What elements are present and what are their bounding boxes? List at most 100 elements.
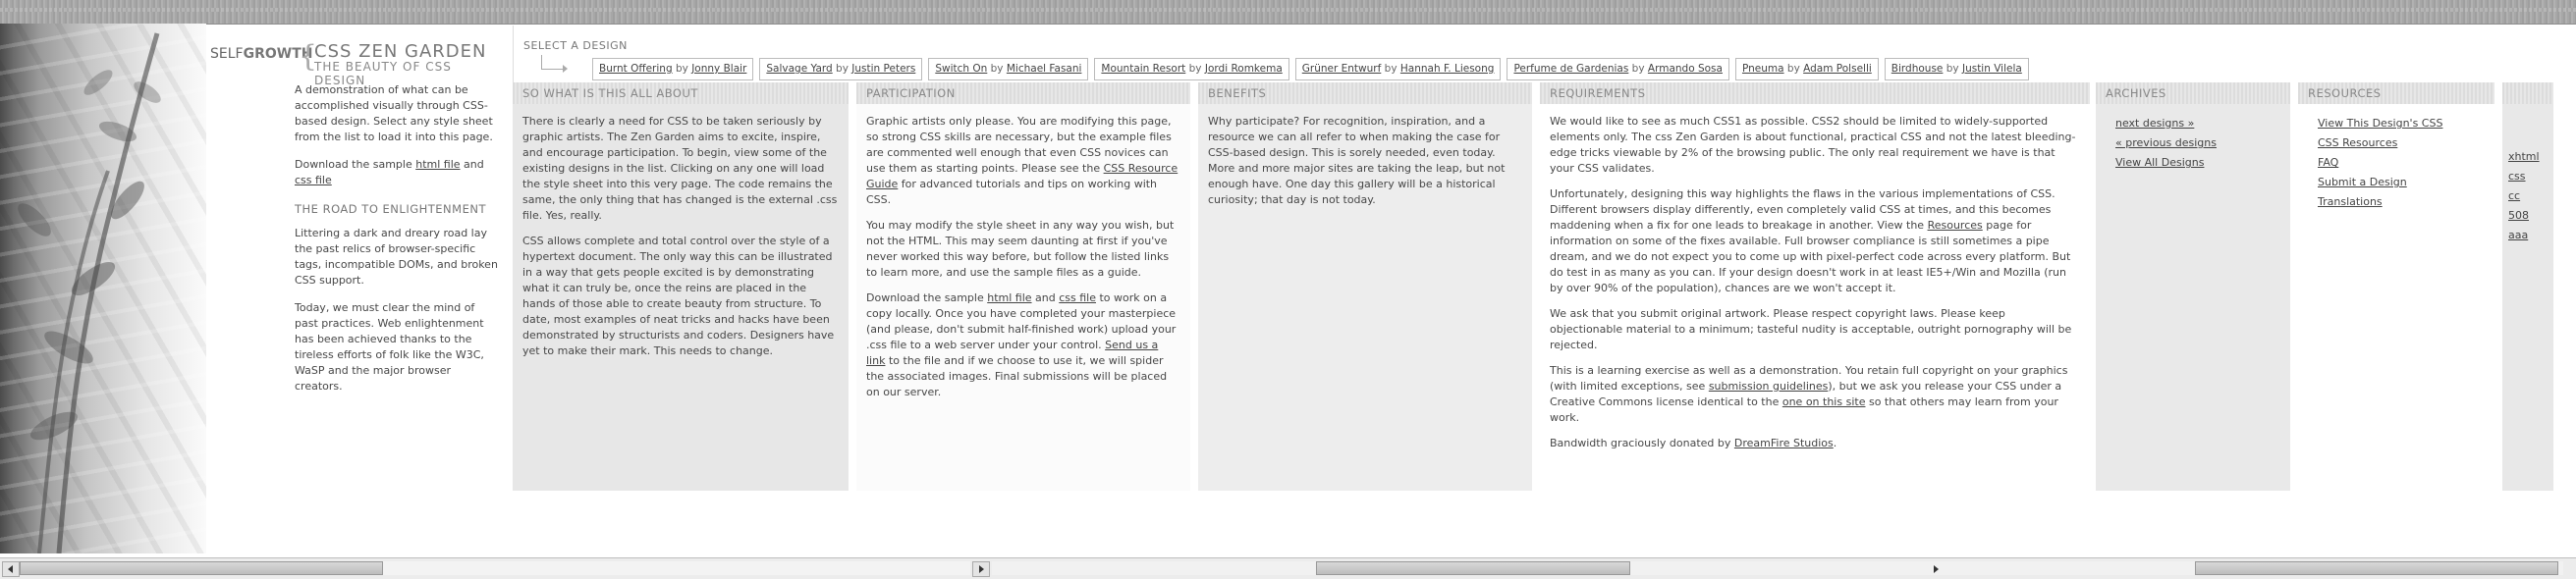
resources-column: RESOURCES View This Design's CSS CSS Res…	[2298, 82, 2494, 491]
scroll-left-arrow-icon[interactable]	[2, 561, 20, 577]
explanation-paragraph: There is clearly a need for CSS to be ta…	[522, 115, 838, 222]
design-link[interactable]: Salvage Yard	[766, 63, 832, 75]
cc-link[interactable]: cc	[2508, 189, 2520, 202]
faq-link[interactable]: FAQ	[2318, 156, 2338, 169]
dreamfire-link[interactable]: DreamFire Studios	[1734, 437, 1834, 449]
resources-link[interactable]: Resources	[1928, 219, 1983, 232]
design-link[interactable]: Switch On	[935, 63, 987, 75]
top-texture-bar	[0, 0, 2576, 25]
scrollbar-thumb[interactable]	[1316, 561, 1630, 575]
list-item: xhtml	[2508, 147, 2553, 167]
intro-summary: A demonstration of what can be accomplis…	[295, 83, 493, 143]
html-file-link[interactable]: html file	[415, 158, 460, 171]
design-link[interactable]: Mountain Resort	[1101, 63, 1185, 75]
section508-link[interactable]: 508	[2508, 209, 2529, 222]
scrollbar-track[interactable]	[992, 561, 2563, 575]
resources-list: View This Design's CSS CSS Resources FAQ…	[2318, 114, 2494, 212]
brand-name: SELFGROWTH	[210, 46, 313, 62]
designer-link[interactable]: Jonny Blair	[691, 63, 746, 75]
list-item: View This Design's CSS	[2318, 114, 2494, 133]
list-item: Submit a Design	[2318, 173, 2494, 192]
design-selector: SELECT A DESIGN Burnt Offering by Jonny …	[513, 26, 2576, 82]
design-item: Grüner Entwurf by Hannah F. Liesong	[1294, 58, 1502, 80]
designer-link[interactable]: Hannah F. Liesong	[1400, 63, 1495, 75]
design-link[interactable]: Perfume de Gardenias	[1513, 63, 1628, 75]
list-item: View All Designs	[2115, 153, 2290, 173]
road-paragraph-2: Today, we must clear the mind of past pr…	[295, 301, 484, 393]
design-link[interactable]: Burnt Offering	[599, 63, 673, 75]
css-file-link[interactable]: css file	[1059, 291, 1096, 304]
decorative-plant-photo	[0, 24, 206, 553]
participation-paragraph: Graphic artists only please. You are mod…	[866, 115, 1178, 206]
list-item: aaa	[2508, 226, 2553, 245]
css-file-link[interactable]: css file	[295, 174, 332, 186]
list-item: Translations	[2318, 192, 2494, 212]
design-link[interactable]: Grüner Entwurf	[1302, 63, 1382, 75]
design-item: Mountain Resort by Jordi Romkema	[1094, 58, 1289, 80]
next-designs-link[interactable]: next designs »	[2115, 117, 2194, 130]
designer-link[interactable]: Justin Vilela	[1962, 63, 2022, 75]
requirements-paragraph: We ask that you submit original artwork.…	[1550, 307, 2072, 351]
page-title: CSS ZEN GARDEN	[314, 41, 487, 62]
design-link[interactable]: Pneuma	[1742, 63, 1784, 75]
submission-guidelines-link[interactable]: submission guidelines	[1709, 380, 1829, 393]
participation-paragraph: Download the sample html file and css fi…	[866, 291, 1177, 398]
list-item: cc	[2508, 186, 2553, 206]
designer-link[interactable]: Michael Fasani	[1007, 63, 1082, 75]
select-arrow-icon	[541, 55, 568, 73]
scrollbar-thumb[interactable]	[20, 561, 383, 575]
submit-design-link[interactable]: Submit a Design	[2318, 176, 2407, 188]
design-item: Perfume de Gardenias by Armando Sosa	[1507, 58, 1729, 80]
scrollbar-thumb[interactable]	[2195, 561, 2558, 575]
designer-link[interactable]: Justin Peters	[851, 63, 915, 75]
designer-link[interactable]: Jordi Romkema	[1205, 63, 1283, 75]
scroll-right-arrow-icon[interactable]	[972, 561, 990, 577]
horizontal-scrollbar[interactable]	[0, 557, 2576, 579]
site-logo: SELFGROWTH { CSS ZEN GARDEN THE BEAUTY O…	[210, 35, 505, 87]
bandwidth-credit: Bandwidth graciously donated by DreamFir…	[1550, 437, 1837, 449]
participation-paragraph: You may modify the style sheet in any wa…	[866, 219, 1175, 279]
translations-link[interactable]: Translations	[2318, 195, 2383, 208]
aaa-link[interactable]: aaa	[2508, 229, 2528, 241]
footer-column: xhtml css cc 508 aaa	[2502, 82, 2553, 491]
plant-silhouette-graphic	[18, 32, 161, 553]
intro-section: A demonstration of what can be accomplis…	[295, 82, 501, 406]
design-item: Burnt Offering by Jonny Blair	[592, 58, 754, 80]
list-item: « previous designs	[2115, 133, 2290, 153]
archives-list: next designs » « previous designs View A…	[2115, 114, 2290, 173]
explanation-title: SO WHAT IS THIS ALL ABOUT	[513, 82, 849, 104]
requirements-paragraph: We would like to see as much CSS1 as pos…	[1550, 115, 2076, 175]
design-item: Pneuma by Adam Polselli	[1734, 58, 1879, 80]
road-title: THE ROAD TO ENLIGHTENMENT	[295, 202, 486, 216]
benefits-column: BENEFITS Why participate? For recognitio…	[1198, 82, 1532, 491]
scroll-right-arrow-icon[interactable]	[1930, 564, 1944, 574]
road-paragraph-1: Littering a dark and dreary road lay the…	[295, 227, 498, 287]
list-item: next designs »	[2115, 114, 2290, 133]
view-all-designs-link[interactable]: View All Designs	[2115, 156, 2204, 169]
benefits-title: BENEFITS	[1198, 82, 1532, 104]
list-item: FAQ	[2318, 153, 2494, 173]
xhtml-link[interactable]: xhtml	[2508, 150, 2540, 163]
html-file-link[interactable]: html file	[987, 291, 1031, 304]
designer-link[interactable]: Adam Polselli	[1803, 63, 1872, 75]
requirements-column: REQUIREMENTS We would like to see as muc…	[1540, 82, 2090, 491]
css-validate-link[interactable]: css	[2508, 170, 2526, 183]
explanation-paragraph: CSS allows complete and total control ov…	[522, 235, 835, 357]
list-item: css	[2508, 167, 2553, 186]
scrollbar-track[interactable]	[20, 561, 970, 575]
view-css-link[interactable]: View This Design's CSS	[2318, 117, 2442, 130]
archives-column: ARCHIVES next designs » « previous desig…	[2096, 82, 2290, 491]
footer-list: xhtml css cc 508 aaa	[2508, 147, 2553, 245]
archives-title: ARCHIVES	[2096, 82, 2290, 104]
css-resources-link[interactable]: CSS Resources	[2318, 136, 2397, 149]
benefits-paragraph: Why participate? For recognition, inspir…	[1208, 115, 1506, 206]
designer-link[interactable]: Armando Sosa	[1648, 63, 1723, 75]
license-link[interactable]: one on this site	[1782, 395, 1866, 408]
participation-column: PARTICIPATION Graphic artists only pleas…	[856, 82, 1190, 491]
requirements-title: REQUIREMENTS	[1540, 82, 2090, 104]
intro-download: Download the sample html file and css fi…	[295, 158, 484, 186]
resources-title: RESOURCES	[2298, 82, 2494, 104]
design-item: Birdhouse by Justin Vilela	[1884, 58, 2029, 80]
design-link[interactable]: Birdhouse	[1891, 63, 1944, 75]
previous-designs-link[interactable]: « previous designs	[2115, 136, 2217, 149]
